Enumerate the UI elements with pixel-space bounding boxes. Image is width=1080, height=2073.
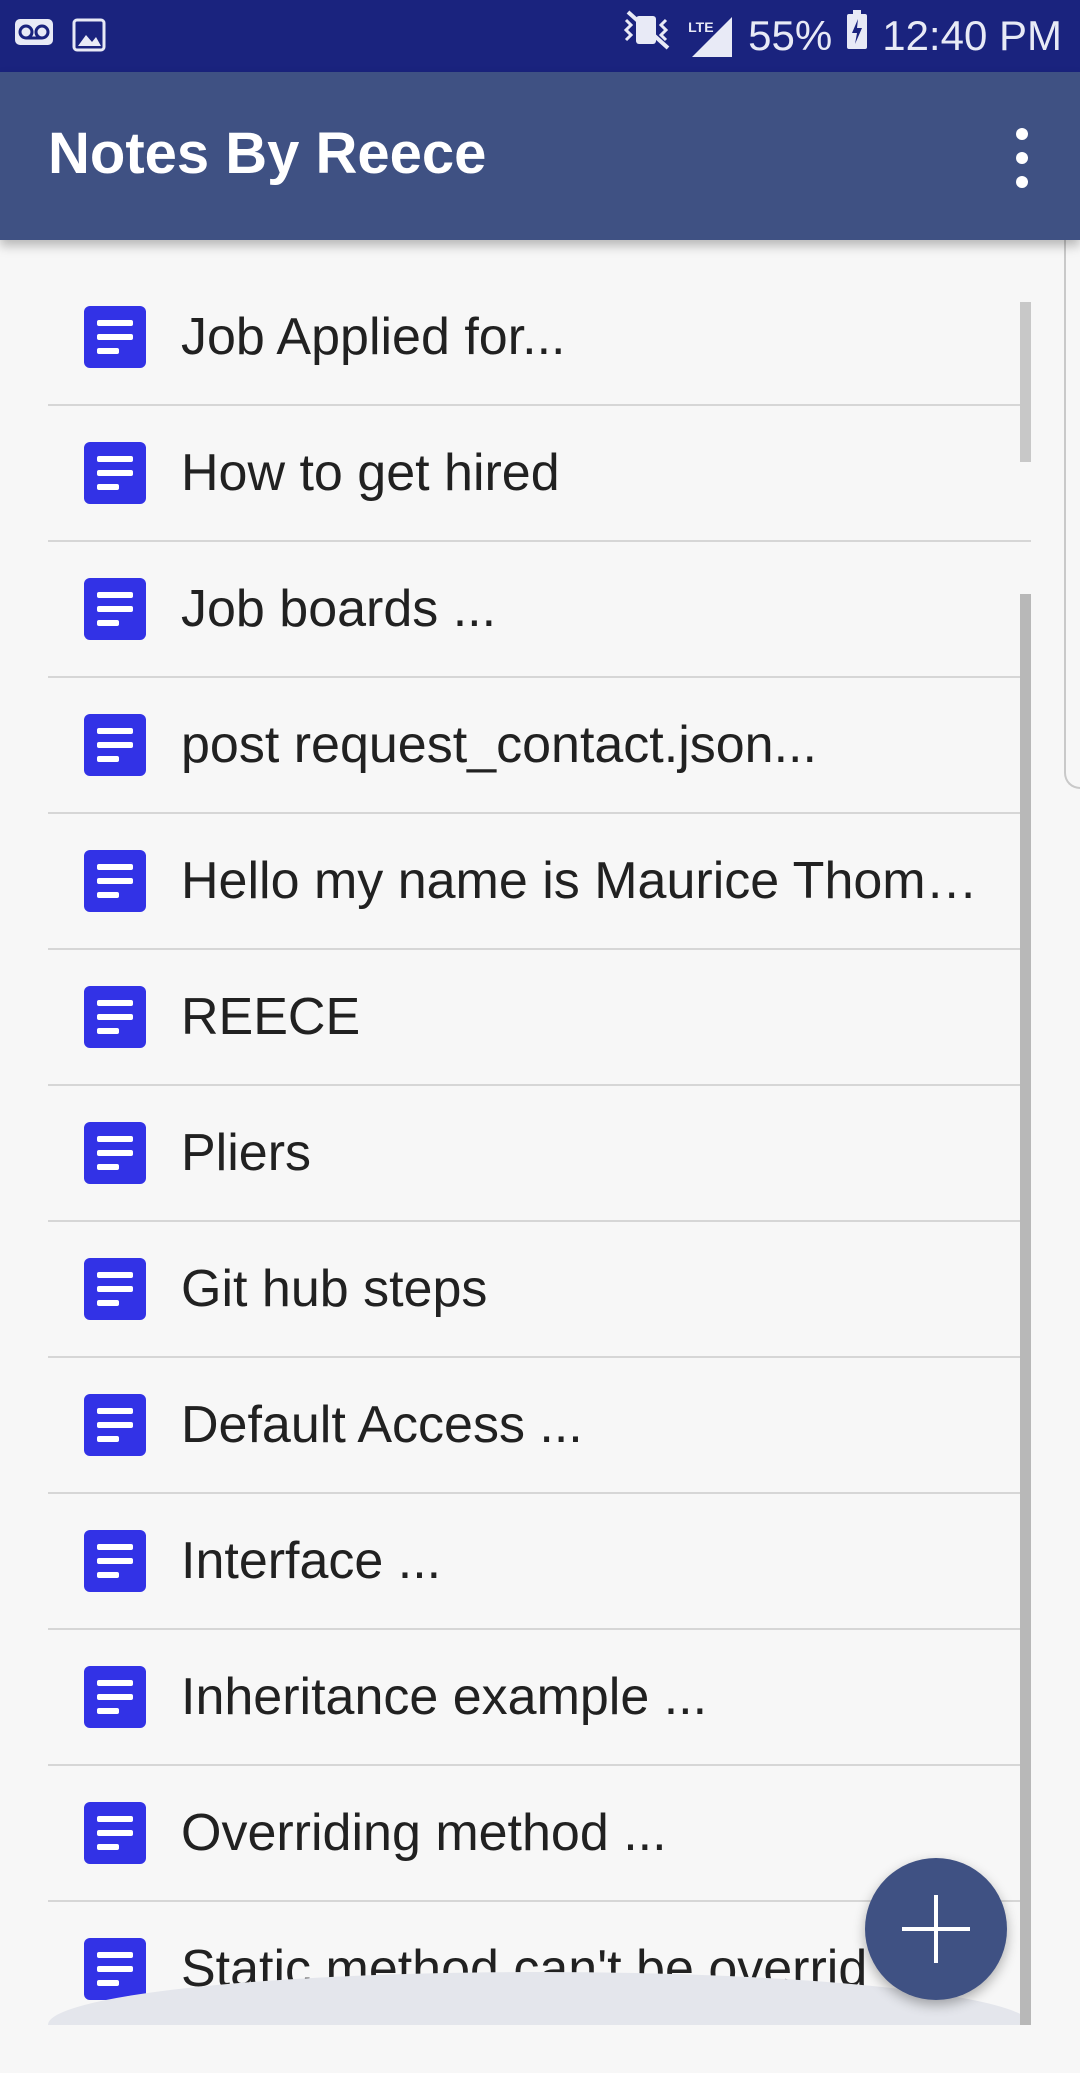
note-row[interactable]: Job Applied for... xyxy=(48,270,1031,406)
note-icon xyxy=(84,1394,146,1456)
clock: 12:40 PM xyxy=(882,12,1062,59)
note-row[interactable]: Hello my name is Maurice Thom… xyxy=(48,814,1031,950)
image-icon xyxy=(72,18,106,57)
note-title: Interface ... xyxy=(181,1532,442,1590)
note-icon xyxy=(84,1122,146,1184)
note-icon xyxy=(84,986,146,1048)
note-row[interactable]: REECE xyxy=(48,950,1031,1086)
note-icon xyxy=(84,1258,146,1320)
note-icon xyxy=(84,714,146,776)
note-icon xyxy=(84,306,146,368)
note-title: Hello my name is Maurice Thom… xyxy=(181,852,978,910)
app-bar: Notes By Reece xyxy=(0,72,1080,240)
scrollbar-track[interactable] xyxy=(1020,594,1031,2025)
status-bar: LTE 55% 12:40 PM xyxy=(0,0,1080,72)
note-title: post request_contact.json... xyxy=(181,716,817,774)
note-icon xyxy=(84,578,146,640)
note-row[interactable]: Default Access ... xyxy=(48,1358,1031,1494)
add-note-button[interactable] xyxy=(865,1858,1007,2000)
vibrate-mute-icon xyxy=(620,8,674,64)
more-vert-icon[interactable] xyxy=(1002,128,1042,188)
note-title: Default Access ... xyxy=(181,1396,583,1454)
note-row[interactable]: post request_contact.json... xyxy=(48,678,1031,814)
note-icon xyxy=(84,442,146,504)
battery-percent: 55% xyxy=(748,12,833,59)
note-row[interactable]: Git hub steps xyxy=(48,1222,1031,1358)
lte-signal-icon: LTE xyxy=(688,13,734,59)
note-title: How to get hired xyxy=(181,444,560,502)
note-title: REECE xyxy=(181,988,361,1046)
app-title: Notes By Reece xyxy=(48,121,487,186)
note-title: Job boards ... xyxy=(181,580,497,638)
note-icon xyxy=(84,850,146,912)
note-title: Pliers xyxy=(181,1124,312,1182)
note-row[interactable]: Job boards ... xyxy=(48,542,1031,678)
note-icon xyxy=(84,1530,146,1592)
note-icon xyxy=(84,1666,146,1728)
scrollbar-thumb[interactable] xyxy=(1020,302,1031,462)
note-row[interactable]: Pliers xyxy=(48,1086,1031,1222)
note-title: Inheritance example ... xyxy=(181,1668,708,1726)
edge-panel-handle[interactable] xyxy=(1064,195,1080,789)
note-icon xyxy=(84,1802,146,1864)
note-icon xyxy=(84,1938,146,2000)
note-row[interactable]: How to get hired xyxy=(48,406,1031,542)
notes-list[interactable]: Job Applied for... How to get hired Job … xyxy=(48,270,1031,2025)
note-row[interactable]: Inheritance example ... xyxy=(48,1630,1031,1766)
note-row[interactable]: Interface ... xyxy=(48,1494,1031,1630)
voicemail-icon xyxy=(14,18,54,57)
note-title: Job Applied for... xyxy=(181,308,566,366)
note-title: Git hub steps xyxy=(181,1260,488,1318)
battery-charging-icon xyxy=(846,8,868,64)
